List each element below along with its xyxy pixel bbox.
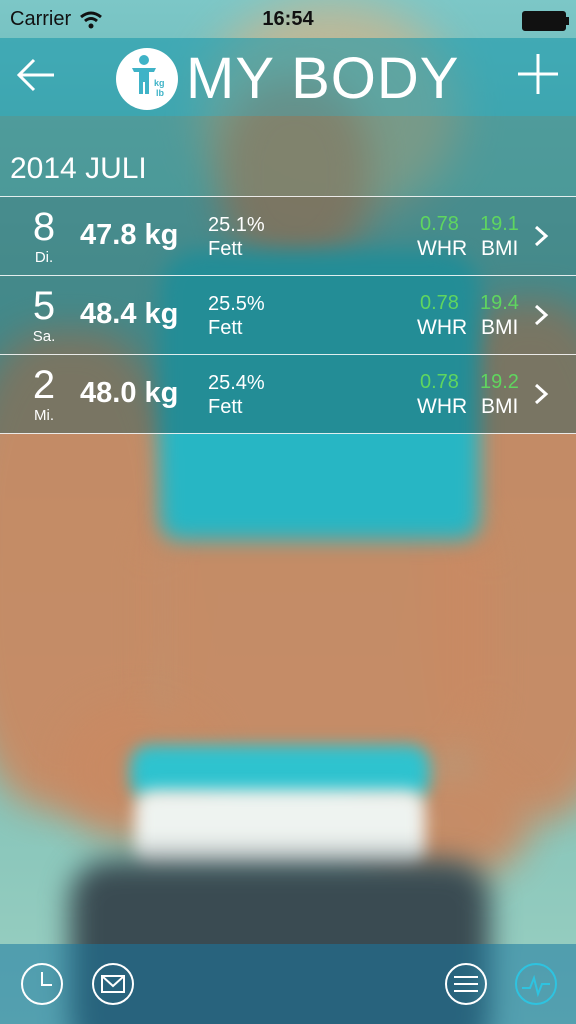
whr-label: WHR: [417, 316, 468, 339]
bottom-toolbar: [0, 944, 576, 1024]
chevron-right-icon: [534, 383, 549, 405]
fat-value: 25.1%: [208, 214, 265, 236]
status-time: 16:54: [262, 8, 314, 30]
entry-fat: 25.5% Fett: [208, 292, 265, 340]
status-bar: Carrier 16:54: [0, 0, 576, 38]
whr-value: 0.78: [420, 292, 459, 314]
entry-weight: 48.0 kg: [80, 377, 179, 409]
add-icon[interactable]: [514, 50, 562, 98]
entry-list: 8 Di. 47.8 kg 25.1% Fett 0.78 19.1 WHR BM…: [0, 196, 576, 434]
entry-weekday: Sa.: [32, 328, 56, 345]
entry-weekday: Mi.: [34, 407, 54, 424]
fat-label: Fett: [208, 238, 243, 260]
bmi-value: 19.4: [480, 292, 519, 314]
fat-value: 25.4%: [208, 372, 265, 394]
bmi-value: 19.1: [480, 213, 519, 235]
entry-row[interactable]: 2 Mi. 48.0 kg 25.4% Fett 0.78 19.2 WHR BM…: [0, 354, 576, 434]
entry-fat: 25.1% Fett: [208, 213, 265, 261]
chevron-right-icon: [534, 304, 549, 326]
fat-label: Fett: [208, 396, 243, 418]
clock-icon[interactable]: [20, 962, 64, 1006]
body-icon: [132, 55, 156, 94]
whr-value: 0.78: [420, 213, 459, 235]
bmi-label: BMI: [481, 395, 519, 418]
entry-row[interactable]: 8 Di. 47.8 kg 25.1% Fett 0.78 19.1 WHR BM…: [0, 196, 576, 275]
logo-unit-kg: kg: [154, 78, 165, 88]
month-label: 2014 JULI: [10, 152, 147, 185]
whr-label: WHR: [417, 237, 468, 260]
chart-icon[interactable]: [514, 962, 558, 1006]
app-logo: kg lb: [116, 48, 178, 110]
back-arrow-icon[interactable]: [14, 52, 60, 98]
month-header: 2014 JULI: [0, 116, 576, 196]
app-title: MY BODY: [186, 46, 460, 111]
entry-day: 5: [32, 284, 56, 328]
bmi-value: 19.2: [480, 371, 519, 393]
menu-icon[interactable]: [444, 962, 488, 1006]
fat-label: Fett: [208, 317, 243, 339]
entry-day: 8: [32, 205, 56, 249]
entry-weight: 47.8 kg: [80, 219, 179, 251]
fat-value: 25.5%: [208, 293, 265, 315]
mail-icon[interactable]: [91, 962, 135, 1006]
battery-icon: [522, 11, 569, 31]
logo-unit-lb: lb: [156, 88, 164, 98]
entry-weekday: Di.: [34, 249, 54, 266]
bmi-label: BMI: [481, 316, 519, 339]
chevron-right-icon: [534, 225, 549, 247]
entry-weight: 48.4 kg: [80, 298, 179, 330]
entry-row[interactable]: 5 Sa. 48.4 kg 25.5% Fett 0.78 19.4 WHR BM…: [0, 275, 576, 354]
entry-day: 2: [32, 363, 56, 407]
bmi-label: BMI: [481, 237, 519, 260]
entry-fat: 25.4% Fett: [208, 371, 265, 419]
whr-value: 0.78: [420, 371, 459, 393]
whr-label: WHR: [417, 395, 468, 418]
